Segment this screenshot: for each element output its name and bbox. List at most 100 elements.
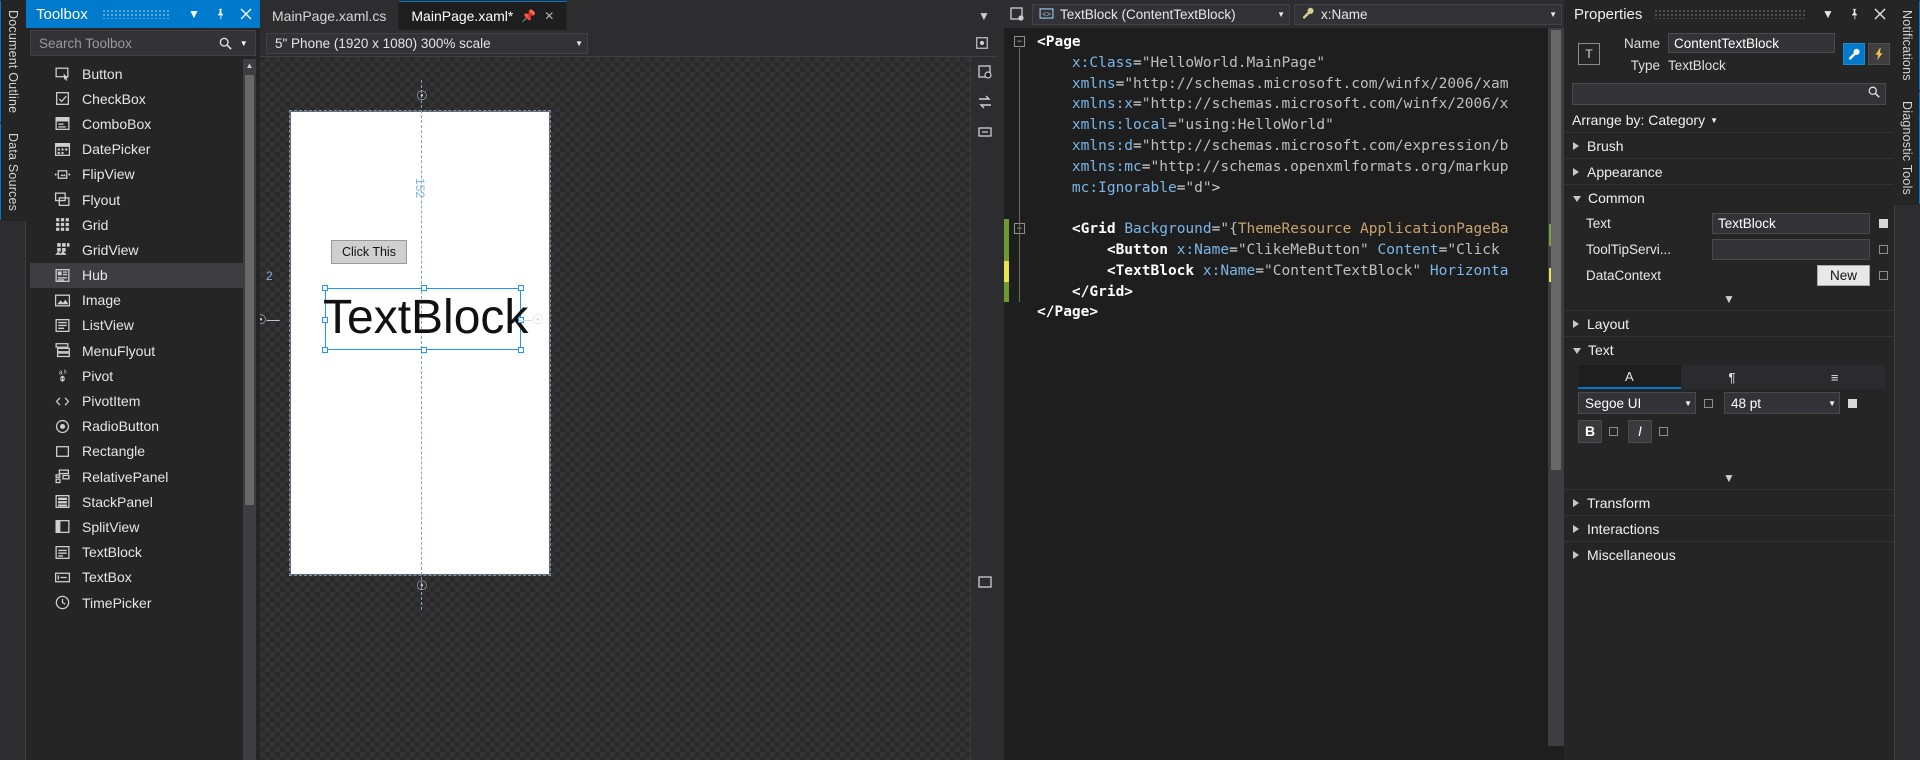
toolbox-item-button[interactable]: Button (30, 61, 243, 86)
resize-handle-sw[interactable] (322, 347, 328, 353)
font-size-marker-icon[interactable] (1848, 398, 1857, 408)
toolbox-item-grid[interactable]: Grid (30, 212, 243, 237)
chevron-down-icon[interactable]: ▼ (575, 39, 583, 48)
chevron-down-icon[interactable]: ▼ (235, 33, 254, 53)
code-line[interactable]: x:Class="HelloWorld.MainPage" (1037, 53, 1548, 74)
chevron-down-icon[interactable]: ▼ (1710, 116, 1718, 125)
new-datacontext-button[interactable]: New (1816, 264, 1870, 286)
chevron-down-icon[interactable]: ▼ (1723, 292, 1735, 306)
code-text[interactable]: <Page x:Class="HelloWorld.MainPage" xmln… (1031, 28, 1548, 746)
code-line[interactable]: <Grid Background="{ThemeResource Applica… (1037, 219, 1548, 240)
chevron-down-icon[interactable]: ▼ (1828, 399, 1836, 408)
chevron-down-icon[interactable]: ▼ (1818, 4, 1838, 24)
code-line[interactable]: xmlns:d="http://schemas.microsoft.com/ex… (1037, 136, 1548, 157)
toolbox-item-flyout[interactable]: Flyout (30, 187, 243, 212)
click-this-button[interactable]: Click This (331, 240, 407, 264)
zoom-fit-icon[interactable] (976, 63, 994, 81)
data-sources-tab[interactable]: Data Sources (0, 123, 26, 222)
property-search-input[interactable] (1579, 86, 1867, 102)
code-line[interactable] (1037, 198, 1548, 219)
toolbox-item-flipview[interactable]: FlipView (30, 162, 243, 187)
design-canvas[interactable]: Click This TextBlock 152 ☉ ☉ ☉— —☉ 2 (260, 57, 970, 760)
triangle-right-icon[interactable] (1573, 141, 1580, 150)
toolbox-item-radiobutton[interactable]: RadioButton (30, 414, 243, 439)
search-input[interactable] (39, 35, 216, 51)
name-field[interactable]: ContentTextBlock (1668, 33, 1835, 53)
triangle-right-icon[interactable] (1573, 524, 1580, 533)
toolbox-search-row[interactable]: ▼ (30, 30, 256, 56)
toolbox-item-hub[interactable]: Hub (30, 262, 243, 288)
toolbox-item-pivotitem[interactable]: PivotItem (30, 388, 243, 413)
toolbox-item-gridview[interactable]: GridView (30, 237, 243, 262)
swap-panes-icon[interactable] (976, 93, 994, 111)
toolbox-item-splitview[interactable]: SplitView (30, 514, 243, 539)
toolbox-item-combobox[interactable]: ComboBox (30, 111, 243, 136)
bold-button[interactable]: B (1578, 419, 1602, 443)
close-icon[interactable] (1870, 4, 1890, 24)
toolbox-item-timepicker[interactable]: TimePicker (30, 590, 243, 615)
expand-text-chevron[interactable]: ▼ (1564, 467, 1894, 489)
toolbox-item-relativepanel[interactable]: RelativePanel (30, 464, 243, 489)
category-transform[interactable]: Transform (1564, 489, 1894, 515)
resize-handle-s[interactable] (421, 347, 427, 353)
toolbox-item-checkbox[interactable]: CheckBox (30, 86, 243, 111)
toolbox-item-menuflyout[interactable]: MenuFlyout (30, 338, 243, 363)
code-line[interactable]: mc:Ignorable="d"> (1037, 178, 1548, 199)
category-layout[interactable]: Layout (1564, 310, 1894, 336)
triangle-right-icon[interactable] (1573, 498, 1580, 507)
category-miscellaneous[interactable]: Miscellaneous (1564, 541, 1894, 567)
paragraph-icon[interactable]: ¶ (1680, 365, 1784, 389)
document-outline-tab[interactable]: Document Outline (0, 0, 26, 124)
toolbox-item-image[interactable]: Image (30, 288, 243, 313)
fold-gutter[interactable]: −− (1009, 28, 1031, 746)
property-search-row[interactable] (1572, 83, 1886, 105)
toolbox-item-listview[interactable]: ListView (30, 313, 243, 338)
code-line[interactable]: xmlns:x="http://schemas.microsoft.com/wi… (1037, 94, 1548, 115)
category-interactions[interactable]: Interactions (1564, 515, 1894, 541)
code-line[interactable]: xmlns="http://schemas.microsoft.com/winf… (1037, 74, 1548, 95)
scroll-up-icon[interactable]: ▲ (243, 59, 256, 72)
expand-common-chevron[interactable]: ▼ (1564, 288, 1894, 310)
text-options-icon[interactable]: ≡ (1783, 365, 1887, 389)
close-icon[interactable] (236, 4, 256, 24)
close-icon[interactable]: ✕ (544, 9, 554, 23)
resize-handle-nw[interactable] (322, 285, 328, 291)
margin-grip-right[interactable]: —☉ (519, 312, 544, 328)
zoom-icon[interactable] (972, 33, 992, 53)
scrollbar-thumb[interactable] (1551, 30, 1561, 470)
toolbox-item-textbox[interactable]: TextBox (30, 565, 243, 590)
wrench-icon[interactable] (1843, 43, 1865, 65)
xaml-pane-icon[interactable] (976, 573, 994, 591)
font-family-select[interactable]: Segoe UI ▼ (1578, 392, 1696, 414)
tab-mainpage-xaml[interactable]: MainPage.xaml* 📌 ✕ (399, 1, 568, 30)
resize-handle-ne[interactable] (518, 285, 524, 291)
textblock-selection[interactable]: TextBlock (322, 285, 528, 353)
category-common[interactable]: Common (1564, 184, 1894, 210)
toolbox-scrollbar[interactable]: ▲ (243, 59, 256, 760)
category-text[interactable]: Text (1564, 336, 1894, 362)
resize-handle-w[interactable] (322, 317, 328, 323)
code-line[interactable]: xmlns:mc="http://schemas.openxmlformats.… (1037, 157, 1548, 178)
chevron-down-icon[interactable]: ▼ (1277, 10, 1285, 19)
property-value[interactable] (1712, 238, 1870, 260)
code-line[interactable]: <TextBlock x:Name="ContentTextBlock" Hor… (1037, 261, 1548, 282)
pin-icon[interactable] (1844, 4, 1864, 24)
chevron-down-icon[interactable]: ▼ (974, 6, 994, 26)
toolbox-item-stackpanel[interactable]: StackPanel (30, 489, 243, 514)
triangle-down-icon[interactable] (1573, 196, 1581, 202)
code-scrollbar[interactable] (1548, 28, 1564, 746)
italic-button[interactable]: I (1628, 419, 1652, 443)
search-icon[interactable] (1867, 85, 1881, 104)
triangle-right-icon[interactable] (1573, 167, 1580, 176)
triangle-right-icon[interactable] (1573, 550, 1580, 559)
margin-grip-left[interactable]: ☉— (260, 312, 280, 328)
triangle-right-icon[interactable] (1573, 319, 1580, 328)
collapse-pane-icon[interactable] (976, 123, 994, 141)
italic-marker-icon[interactable] (1659, 426, 1668, 436)
margin-grip-bottom[interactable]: ☉ (416, 578, 428, 594)
fold-toggle-icon[interactable]: − (1014, 36, 1025, 47)
code-line[interactable]: xmlns:local="using:HelloWorld" (1037, 115, 1548, 136)
property-marker-icon[interactable] (1879, 270, 1888, 280)
lightning-icon[interactable] (1868, 43, 1890, 65)
code-body[interactable]: −− <Page x:Class="HelloWorld.MainPage" x… (1004, 28, 1564, 746)
